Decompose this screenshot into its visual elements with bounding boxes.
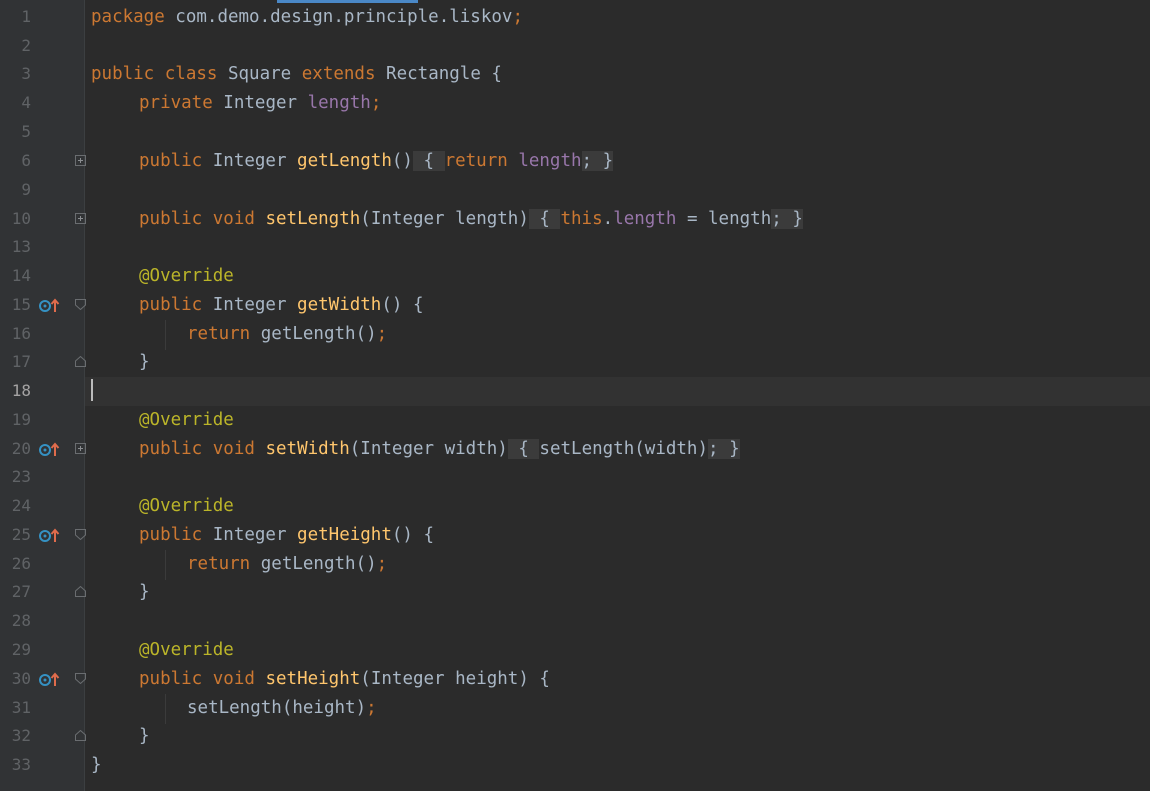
- fold-expand-icon[interactable]: [75, 213, 86, 224]
- code-line[interactable]: 5: [0, 118, 1150, 147]
- text-cursor: [91, 377, 93, 406]
- line-number: 4: [21, 93, 31, 112]
- annotation[interactable]: @Override: [139, 636, 234, 665]
- line-number: 9: [21, 180, 31, 199]
- line-number: 16: [11, 324, 31, 343]
- annotation[interactable]: @Override: [139, 262, 234, 291]
- code-text[interactable]: public Integer getLength() { return leng…: [139, 147, 614, 176]
- code-line[interactable]: 25 public Integer getHeight() {: [0, 521, 1150, 550]
- fold-end-icon[interactable]: [75, 356, 86, 367]
- line-number: 15: [11, 295, 31, 314]
- code-line[interactable]: 29 @Override: [0, 636, 1150, 665]
- code-text[interactable]: private Integer length;: [139, 89, 381, 118]
- line-number: 14: [11, 266, 31, 285]
- fold-end-icon[interactable]: [75, 586, 86, 597]
- code-line[interactable]: 28: [0, 607, 1150, 636]
- code-line[interactable]: 18: [0, 377, 1150, 406]
- line-number: 27: [11, 582, 31, 601]
- line-number: 5: [21, 122, 31, 141]
- fold-collapse-icon[interactable]: [75, 529, 86, 540]
- code-line[interactable]: 17 }: [0, 348, 1150, 377]
- code-text[interactable]: }: [139, 722, 150, 751]
- code-line[interactable]: 6 public Integer getLength() { return le…: [0, 147, 1150, 176]
- code-line[interactable]: 32 }: [0, 722, 1150, 751]
- line-number: 2: [21, 36, 31, 55]
- code-text[interactable]: public void setWidth(Integer width) { se…: [139, 435, 740, 464]
- code-text[interactable]: return getLength();: [187, 550, 387, 579]
- annotation[interactable]: @Override: [139, 492, 234, 521]
- code-line[interactable]: 31 setLength(height);: [0, 694, 1150, 723]
- code-line[interactable]: 20 public void setWidth(Integer width) {…: [0, 435, 1150, 464]
- line-number: 26: [11, 554, 31, 573]
- code-editor[interactable]: 1 package com.demo.design.principle.lisk…: [0, 0, 1150, 791]
- code-line[interactable]: 10 public void setLength(Integer length)…: [0, 205, 1150, 234]
- line-number: 33: [11, 755, 31, 774]
- fold-expand-icon[interactable]: [75, 155, 86, 166]
- code-text[interactable]: public class Square extends Rectangle {: [91, 60, 502, 89]
- code-line[interactable]: 1 package com.demo.design.principle.lisk…: [0, 3, 1150, 32]
- line-number: 25: [11, 525, 31, 544]
- code-text[interactable]: setLength(height);: [187, 694, 377, 723]
- code-line[interactable]: 14 @Override: [0, 262, 1150, 291]
- fold-expand-icon[interactable]: [75, 443, 86, 454]
- code-text[interactable]: package com.demo.design.principle.liskov…: [91, 3, 523, 32]
- line-number: 18: [11, 381, 31, 400]
- code-line[interactable]: 30 public void setHeight(Integer height)…: [0, 665, 1150, 694]
- line-number: 31: [11, 698, 31, 717]
- code-text[interactable]: }: [139, 578, 150, 607]
- code-line[interactable]: 4 private Integer length;: [0, 89, 1150, 118]
- line-number: 30: [11, 669, 31, 688]
- line-number: 6: [21, 151, 31, 170]
- fold-collapse-icon[interactable]: [75, 299, 86, 310]
- override-implements-icon[interactable]: [39, 672, 61, 688]
- fold-collapse-icon[interactable]: [75, 673, 86, 684]
- code-text[interactable]: public void setLength(Integer length) { …: [139, 205, 803, 234]
- code-line[interactable]: 9: [0, 176, 1150, 205]
- line-number: 28: [11, 611, 31, 630]
- code-line[interactable]: 19 @Override: [0, 406, 1150, 435]
- fold-end-icon[interactable]: [75, 730, 86, 741]
- code-line[interactable]: 3 public class Square extends Rectangle …: [0, 60, 1150, 89]
- line-number: 32: [11, 726, 31, 745]
- line-number: 24: [11, 496, 31, 515]
- line-number: 13: [11, 237, 31, 256]
- code-line[interactable]: 27 }: [0, 578, 1150, 607]
- code-line[interactable]: 16 return getLength();: [0, 320, 1150, 349]
- code-line[interactable]: 2: [0, 32, 1150, 61]
- line-number: 17: [11, 352, 31, 371]
- line-number: 19: [11, 410, 31, 429]
- line-number: 29: [11, 640, 31, 659]
- code-text[interactable]: }: [91, 751, 102, 780]
- line-number: 23: [11, 467, 31, 486]
- code-text[interactable]: }: [139, 348, 150, 377]
- code-line[interactable]: 33 }: [0, 751, 1150, 780]
- code-text[interactable]: public Integer getHeight() {: [139, 521, 434, 550]
- override-implements-icon[interactable]: [39, 442, 61, 458]
- override-implements-icon[interactable]: [39, 528, 61, 544]
- code-line[interactable]: 15 public Integer getWidth() {: [0, 291, 1150, 320]
- annotation[interactable]: @Override: [139, 406, 234, 435]
- line-number: 20: [11, 439, 31, 458]
- code-line[interactable]: 24 @Override: [0, 492, 1150, 521]
- code-line[interactable]: 26 return getLength();: [0, 550, 1150, 579]
- line-number: 10: [11, 209, 31, 228]
- code-line[interactable]: 23: [0, 463, 1150, 492]
- code-line[interactable]: 13: [0, 233, 1150, 262]
- override-implements-icon[interactable]: [39, 298, 61, 314]
- line-number: 3: [21, 64, 31, 83]
- line-number: 1: [21, 7, 31, 26]
- code-text[interactable]: public void setHeight(Integer height) {: [139, 665, 550, 694]
- code-text[interactable]: return getLength();: [187, 320, 387, 349]
- code-text[interactable]: public Integer getWidth() {: [139, 291, 424, 320]
